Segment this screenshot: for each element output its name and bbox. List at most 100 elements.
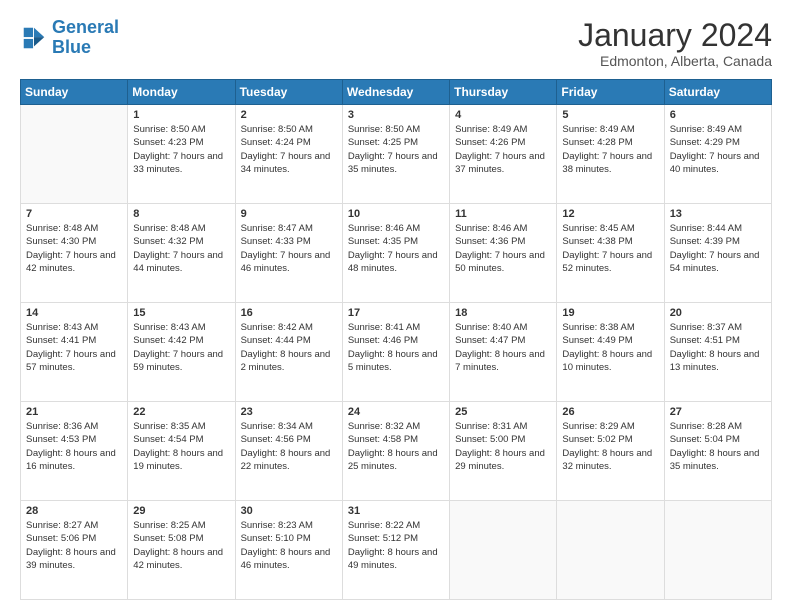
day-number: 25 [455,406,551,418]
day-number: 4 [455,109,551,121]
calendar-cell: 20 Sunrise: 8:37 AMSunset: 4:51 PMDayligh… [664,303,771,402]
day-number: 11 [455,208,551,220]
title-block: January 2024 Edmonton, Alberta, Canada [578,18,772,69]
day-number: 9 [241,208,337,220]
day-info: Sunrise: 8:34 AMSunset: 4:56 PMDaylight:… [241,420,337,473]
logo-blue: Blue [52,38,119,58]
location: Edmonton, Alberta, Canada [578,53,772,69]
logo-general: General [52,17,119,37]
month-title: January 2024 [578,18,772,53]
day-info: Sunrise: 8:35 AMSunset: 4:54 PMDaylight:… [133,420,229,473]
day-info: Sunrise: 8:46 AMSunset: 4:36 PMDaylight:… [455,222,551,275]
day-info: Sunrise: 8:49 AMSunset: 4:29 PMDaylight:… [670,123,766,176]
day-info: Sunrise: 8:31 AMSunset: 5:00 PMDaylight:… [455,420,551,473]
day-number: 29 [133,505,229,517]
day-number: 23 [241,406,337,418]
day-number: 22 [133,406,229,418]
day-number: 3 [348,109,444,121]
weekday-header-tuesday: Tuesday [235,80,342,105]
calendar-cell: 15Sunrise: 8:43 AMSunset: 4:42 PMDayligh… [128,303,235,402]
day-number: 1 [133,109,229,121]
day-number: 28 [26,505,122,517]
calendar-cell: 7Sunrise: 8:48 AMSunset: 4:30 PMDaylight… [21,204,128,303]
calendar-week-row: 7Sunrise: 8:48 AMSunset: 4:30 PMDaylight… [21,204,772,303]
day-number: 27 [670,406,766,418]
calendar-cell: 21 Sunrise: 8:36 AMSunset: 4:53 PMDayligh… [21,402,128,501]
weekday-header-saturday: Saturday [664,80,771,105]
calendar-cell [557,501,664,600]
day-info: Sunrise: 8:40 AMSunset: 4:47 PMDaylight:… [455,321,551,374]
day-number: 5 [562,109,658,121]
calendar-cell: 31 Sunrise: 8:22 AMSunset: 5:12 PMDayligh… [342,501,449,600]
day-info: Sunrise: 8:48 AMSunset: 4:32 PMDaylight:… [133,222,229,275]
day-info: Sunrise: 8:38 AMSunset: 4:49 PMDaylight:… [562,321,658,374]
day-info: Sunrise: 8:32 AMSunset: 4:58 PMDaylight:… [348,420,444,473]
calendar-cell: 6Sunrise: 8:49 AMSunset: 4:29 PMDaylight… [664,105,771,204]
calendar-week-row: 14Sunrise: 8:43 AMSunset: 4:41 PMDayligh… [21,303,772,402]
day-info: Sunrise: 8:22 AMSunset: 5:12 PMDaylight:… [348,519,444,572]
calendar-cell: 29 Sunrise: 8:25 AMSunset: 5:08 PMDayligh… [128,501,235,600]
calendar-cell: 14Sunrise: 8:43 AMSunset: 4:41 PMDayligh… [21,303,128,402]
day-number: 31 [348,505,444,517]
weekday-header-row: SundayMondayTuesdayWednesdayThursdayFrid… [21,80,772,105]
logo: General Blue [20,18,119,58]
calendar-week-row: 1 Sunrise: 8:50 AMSunset: 4:23 PMDaylight… [21,105,772,204]
header: General Blue January 2024 Edmonton, Albe… [20,18,772,69]
day-number: 10 [348,208,444,220]
day-info: Sunrise: 8:47 AMSunset: 4:33 PMDaylight:… [241,222,337,275]
day-info: Sunrise: 8:27 AMSunset: 5:06 PMDaylight:… [26,519,122,572]
day-info: Sunrise: 8:42 AMSunset: 4:44 PMDaylight:… [241,321,337,374]
day-number: 30 [241,505,337,517]
calendar-cell: 2 Sunrise: 8:50 AMSunset: 4:24 PMDaylight… [235,105,342,204]
day-info: Sunrise: 8:45 AMSunset: 4:38 PMDaylight:… [562,222,658,275]
page: General Blue January 2024 Edmonton, Albe… [0,0,792,612]
calendar-cell [664,501,771,600]
calendar-table: SundayMondayTuesdayWednesdayThursdayFrid… [20,79,772,600]
calendar-cell: 9 Sunrise: 8:47 AMSunset: 4:33 PMDaylight… [235,204,342,303]
day-number: 7 [26,208,122,220]
day-info: Sunrise: 8:41 AMSunset: 4:46 PMDaylight:… [348,321,444,374]
day-number: 14 [26,307,122,319]
day-number: 13 [670,208,766,220]
calendar-cell: 4 Sunrise: 8:49 AMSunset: 4:26 PMDaylight… [450,105,557,204]
day-number: 24 [348,406,444,418]
day-info: Sunrise: 8:50 AMSunset: 4:25 PMDaylight:… [348,123,444,176]
calendar-cell: 11 Sunrise: 8:46 AMSunset: 4:36 PMDayligh… [450,204,557,303]
weekday-header-monday: Monday [128,80,235,105]
calendar-week-row: 28 Sunrise: 8:27 AMSunset: 5:06 PMDayligh… [21,501,772,600]
calendar-cell: 16 Sunrise: 8:42 AMSunset: 4:44 PMDayligh… [235,303,342,402]
day-number: 20 [670,307,766,319]
day-number: 19 [562,307,658,319]
day-number: 16 [241,307,337,319]
weekday-header-wednesday: Wednesday [342,80,449,105]
day-number: 17 [348,307,444,319]
day-number: 21 [26,406,122,418]
calendar-cell: 1 Sunrise: 8:50 AMSunset: 4:23 PMDaylight… [128,105,235,204]
day-info: Sunrise: 8:50 AMSunset: 4:23 PMDaylight:… [133,123,229,176]
logo-icon [20,24,48,52]
day-info: Sunrise: 8:36 AMSunset: 4:53 PMDaylight:… [26,420,122,473]
day-info: Sunrise: 8:44 AMSunset: 4:39 PMDaylight:… [670,222,766,275]
calendar-cell: 25 Sunrise: 8:31 AMSunset: 5:00 PMDayligh… [450,402,557,501]
calendar-cell: 24 Sunrise: 8:32 AMSunset: 4:58 PMDayligh… [342,402,449,501]
day-info: Sunrise: 8:43 AMSunset: 4:42 PMDaylight:… [133,321,229,374]
day-number: 8 [133,208,229,220]
day-info: Sunrise: 8:50 AMSunset: 4:24 PMDaylight:… [241,123,337,176]
day-info: Sunrise: 8:49 AMSunset: 4:26 PMDaylight:… [455,123,551,176]
day-info: Sunrise: 8:37 AMSunset: 4:51 PMDaylight:… [670,321,766,374]
day-info: Sunrise: 8:25 AMSunset: 5:08 PMDaylight:… [133,519,229,572]
calendar-cell: 19 Sunrise: 8:38 AMSunset: 4:49 PMDayligh… [557,303,664,402]
calendar-cell: 8 Sunrise: 8:48 AMSunset: 4:32 PMDaylight… [128,204,235,303]
day-number: 18 [455,307,551,319]
calendar-cell: 10Sunrise: 8:46 AMSunset: 4:35 PMDayligh… [342,204,449,303]
calendar-week-row: 21 Sunrise: 8:36 AMSunset: 4:53 PMDayligh… [21,402,772,501]
day-info: Sunrise: 8:28 AMSunset: 5:04 PMDaylight:… [670,420,766,473]
calendar-cell: 28 Sunrise: 8:27 AMSunset: 5:06 PMDayligh… [21,501,128,600]
weekday-header-sunday: Sunday [21,80,128,105]
calendar-cell [21,105,128,204]
weekday-header-friday: Friday [557,80,664,105]
weekday-header-thursday: Thursday [450,80,557,105]
day-number: 2 [241,109,337,121]
day-number: 26 [562,406,658,418]
day-number: 12 [562,208,658,220]
